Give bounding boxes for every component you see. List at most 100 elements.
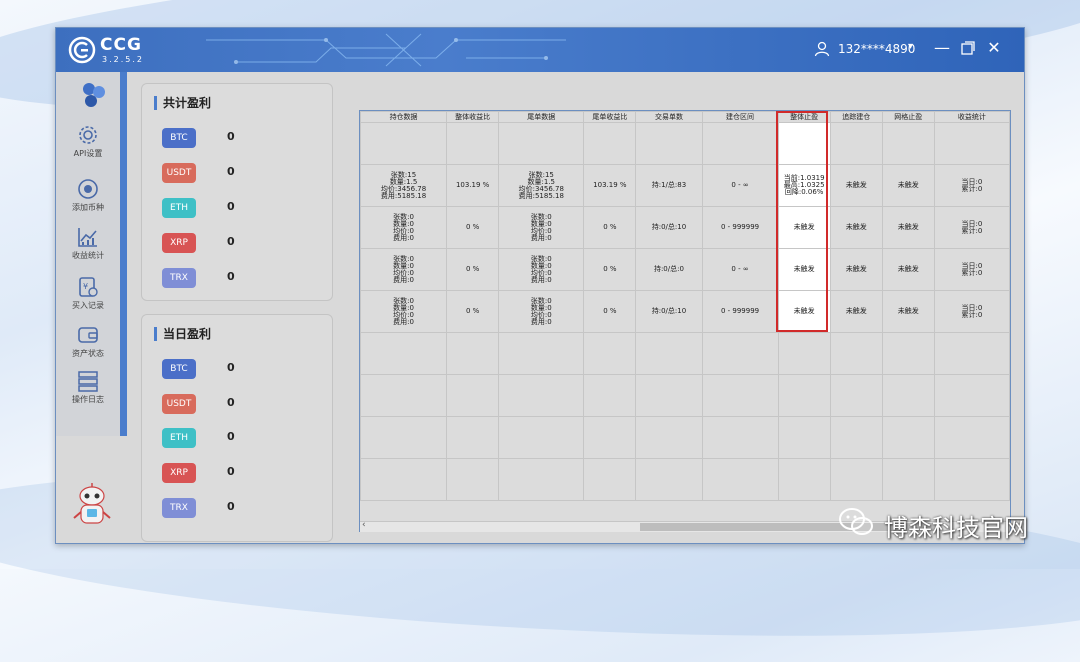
table-cell [583,374,637,417]
table-cell: 张数:15 数量:1.5 均价:3456.78 费用:5185.18 [359,164,448,207]
table-cell: 张数:0 数量:0 均价:0 费用:0 [359,290,448,333]
sidebar-item-label: 资产状态 [72,349,104,358]
table-cell [446,374,500,417]
table-cell: 当日:0 累计:0 [933,248,1011,291]
maximize-icon [961,41,975,55]
coin-badge-btc[interactable]: BTC [162,128,196,148]
total-profit-panel: 共计盈利 BTC 0 USDT 0 ETH 0 XRP 0 TRX 0 [141,83,333,301]
svg-text:¥: ¥ [83,282,88,291]
table-cell: 未触发 [829,206,883,249]
table-cell: 0 % [446,206,500,249]
column-header: 收益统计 [933,111,1011,123]
table-cell [359,374,448,417]
sidebar-item-buy-records[interactable]: ¥ 买入记录 [56,276,120,322]
sidebar-item-operation-log[interactable]: 操作日志 [56,370,120,416]
table-row [359,122,1011,165]
sidebar-item-asset-status[interactable]: 资产状态 [56,324,120,370]
table-cell [933,122,1011,165]
table-cell [583,332,637,375]
chart-icon [78,228,97,247]
table-cell [881,122,935,165]
table-cell [777,374,831,417]
table-cell [701,122,779,165]
user-icon[interactable] [814,41,830,57]
table-cell [498,374,585,417]
column-header: 尾单数据 [498,111,585,123]
sidebar-item-profit-stats[interactable]: 收益统计 [56,226,120,272]
coin-badge-xrp[interactable]: XRP [162,463,196,483]
wallet-icon [78,327,98,343]
table-cell: 未触发 [829,290,883,333]
table-cell: 张数:15 数量:1.5 均价:3456.78 费用:5185.18 [498,164,585,207]
scroll-left-arrow-icon[interactable]: ‹ [362,520,366,530]
table-row [359,416,1011,459]
table-cell [359,122,448,165]
table-row [359,458,1011,501]
coin-badge-eth[interactable]: ETH [162,198,196,218]
coin-badge-trx[interactable]: TRX [162,498,196,518]
coin-badge-trx[interactable]: TRX [162,268,196,288]
coin-value: 0 [227,200,235,213]
gear-icon [79,126,97,144]
table-cell: 未触发 [881,164,935,207]
column-header: 网格止盈 [881,111,935,123]
table-cell: 0 % [446,248,500,291]
table-cell: 张数:0 数量:0 均价:0 费用:0 [359,206,448,249]
user-account[interactable]: 132****4890 [838,42,915,56]
sidebar-item-api-settings[interactable]: API设置 [56,124,120,170]
table-cell [933,416,1011,459]
table-cell [446,416,500,459]
minimize-button[interactable]: — [932,38,952,58]
coin-badge-usdt[interactable]: USDT [162,394,196,414]
total-profit-title: 共计盈利 [154,96,211,110]
app-name: CCG [100,35,142,55]
table-row: 张数:0 数量:0 均价:0 费用:0 0 % 张数:0 数量:0 均价:0 费用:… [359,290,1011,333]
table-cell: 持:0/总:10 [635,206,703,249]
table-row: 张数:0 数量:0 均价:0 费用:0 0 % 张数:0 数量:0 均价:0 费用:… [359,248,1011,291]
table-cell: 持:0/总:10 [635,290,703,333]
table-cell: 当日:0 累计:0 [933,290,1011,333]
coin-badge-eth[interactable]: ETH [162,428,196,448]
app-version: 3.2.5.2 [102,55,144,64]
table-cell: 0 % [583,248,637,291]
table-cell [777,416,831,459]
table-cell [777,332,831,375]
app-logo-icon [83,83,105,107]
coin-value: 0 [227,361,235,374]
maximize-button[interactable] [958,38,978,58]
coin-value: 0 [227,465,235,478]
sidebar-item-label: 添加币种 [72,203,104,212]
table-cell: 未触发 [881,290,935,333]
table-cell [498,332,585,375]
log-icon [78,371,98,392]
table-cell [359,416,448,459]
title-bar: CCG 3.2.5.2 132****4890 ▾ — ✕ [56,28,1024,72]
add-coin-icon [78,179,98,199]
table-cell: 未触发 [777,248,831,291]
daily-profit-title: 当日盈利 [154,327,211,341]
table-cell [498,416,585,459]
table-cell: 张数:0 数量:0 均价:0 费用:0 [498,290,585,333]
table-cell: 0 % [446,290,500,333]
coin-badge-usdt[interactable]: USDT [162,163,196,183]
table-cell: 当日:0 累计:0 [933,164,1011,207]
coin-badge-btc[interactable]: BTC [162,359,196,379]
record-icon: ¥ [79,277,98,297]
coin-value: 0 [227,500,235,513]
sidebar-item-label: 操作日志 [72,395,104,404]
table-cell: 103.19 % [446,164,500,207]
coin-value: 0 [227,165,235,178]
close-button[interactable]: ✕ [984,38,1004,58]
table-header-row: 持仓数据 整体收益比 尾单数据 尾单收益比 交易单数 建仓区间 整体止盈 追踪建仓 网格止盈 收益… [359,111,1011,123]
chevron-down-icon[interactable]: ▾ [908,41,913,52]
table-cell: 当日:0 累计:0 [933,206,1011,249]
table-cell [829,458,883,501]
table-cell: 0 - ∞ [701,164,779,207]
table-cell: 张数:0 数量:0 均价:0 费用:0 [359,248,448,291]
coin-badge-xrp[interactable]: XRP [162,233,196,253]
sidebar-item-add-coin[interactable]: 添加币种 [56,178,120,224]
table-cell [583,458,637,501]
table-cell: 未触发 [829,164,883,207]
table-cell: 0 - 999999 [701,290,779,333]
watermark: 博森科技官网 [838,505,1048,542]
